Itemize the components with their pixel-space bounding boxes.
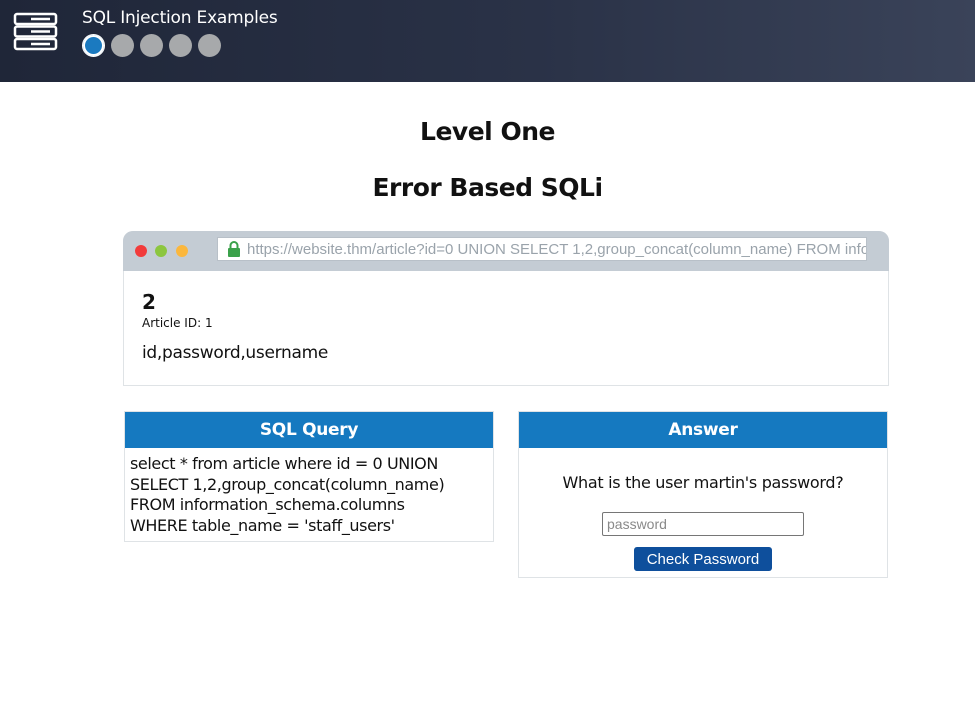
sql-query-line: SELECT 1,2,group_concat(column_name) — [130, 474, 445, 494]
lock-icon — [228, 241, 240, 257]
sql-query-panel: SQL Query select * from article where id… — [124, 411, 494, 542]
maximize-dot-icon — [155, 245, 167, 257]
minimize-dot-icon — [176, 245, 188, 257]
close-dot-icon — [135, 245, 147, 257]
browser-toolbar: https://website.thm/article?id=0 UNION S… — [123, 231, 889, 271]
level-title: Level One — [420, 117, 555, 146]
step-dot-4[interactable] — [169, 34, 192, 57]
url-bar[interactable]: https://website.thm/article?id=0 UNION S… — [217, 237, 867, 261]
article-title: 2 — [142, 290, 156, 314]
app-title: SQL Injection Examples — [82, 8, 278, 28]
step-dot-2[interactable] — [111, 34, 134, 57]
article-id: Article ID: 1 — [142, 316, 213, 330]
sql-query-header: SQL Query — [125, 412, 493, 448]
check-password-button[interactable]: Check Password — [634, 547, 772, 571]
answer-header: Answer — [519, 412, 887, 448]
question-text: What is the user martin's password? — [562, 473, 844, 492]
sql-query-line: select * from article where id = 0 UNION — [130, 454, 438, 473]
url-text: https://website.thm/article?id=0 UNION S… — [247, 241, 866, 258]
browser-window: https://website.thm/article?id=0 UNION S… — [123, 231, 889, 386]
step-dot-3[interactable] — [140, 34, 163, 57]
password-input[interactable] — [602, 512, 804, 536]
step-dot-1[interactable] — [82, 34, 105, 57]
server-icon — [13, 12, 58, 51]
article-body: id,password,username — [142, 343, 329, 363]
sql-query-text: select * from article where id = 0 UNION… — [125, 448, 493, 536]
answer-panel: Answer What is the user martin's passwor… — [518, 411, 888, 578]
top-header: SQL Injection Examples — [0, 0, 975, 82]
sql-query-line: FROM information_schema.columns — [130, 495, 405, 514]
step-indicator — [82, 34, 221, 57]
sql-query-line: WHERE table_name = 'staff_users' — [130, 515, 395, 535]
level-subtitle: Error Based SQLi — [372, 173, 603, 202]
step-dot-5[interactable] — [198, 34, 221, 57]
